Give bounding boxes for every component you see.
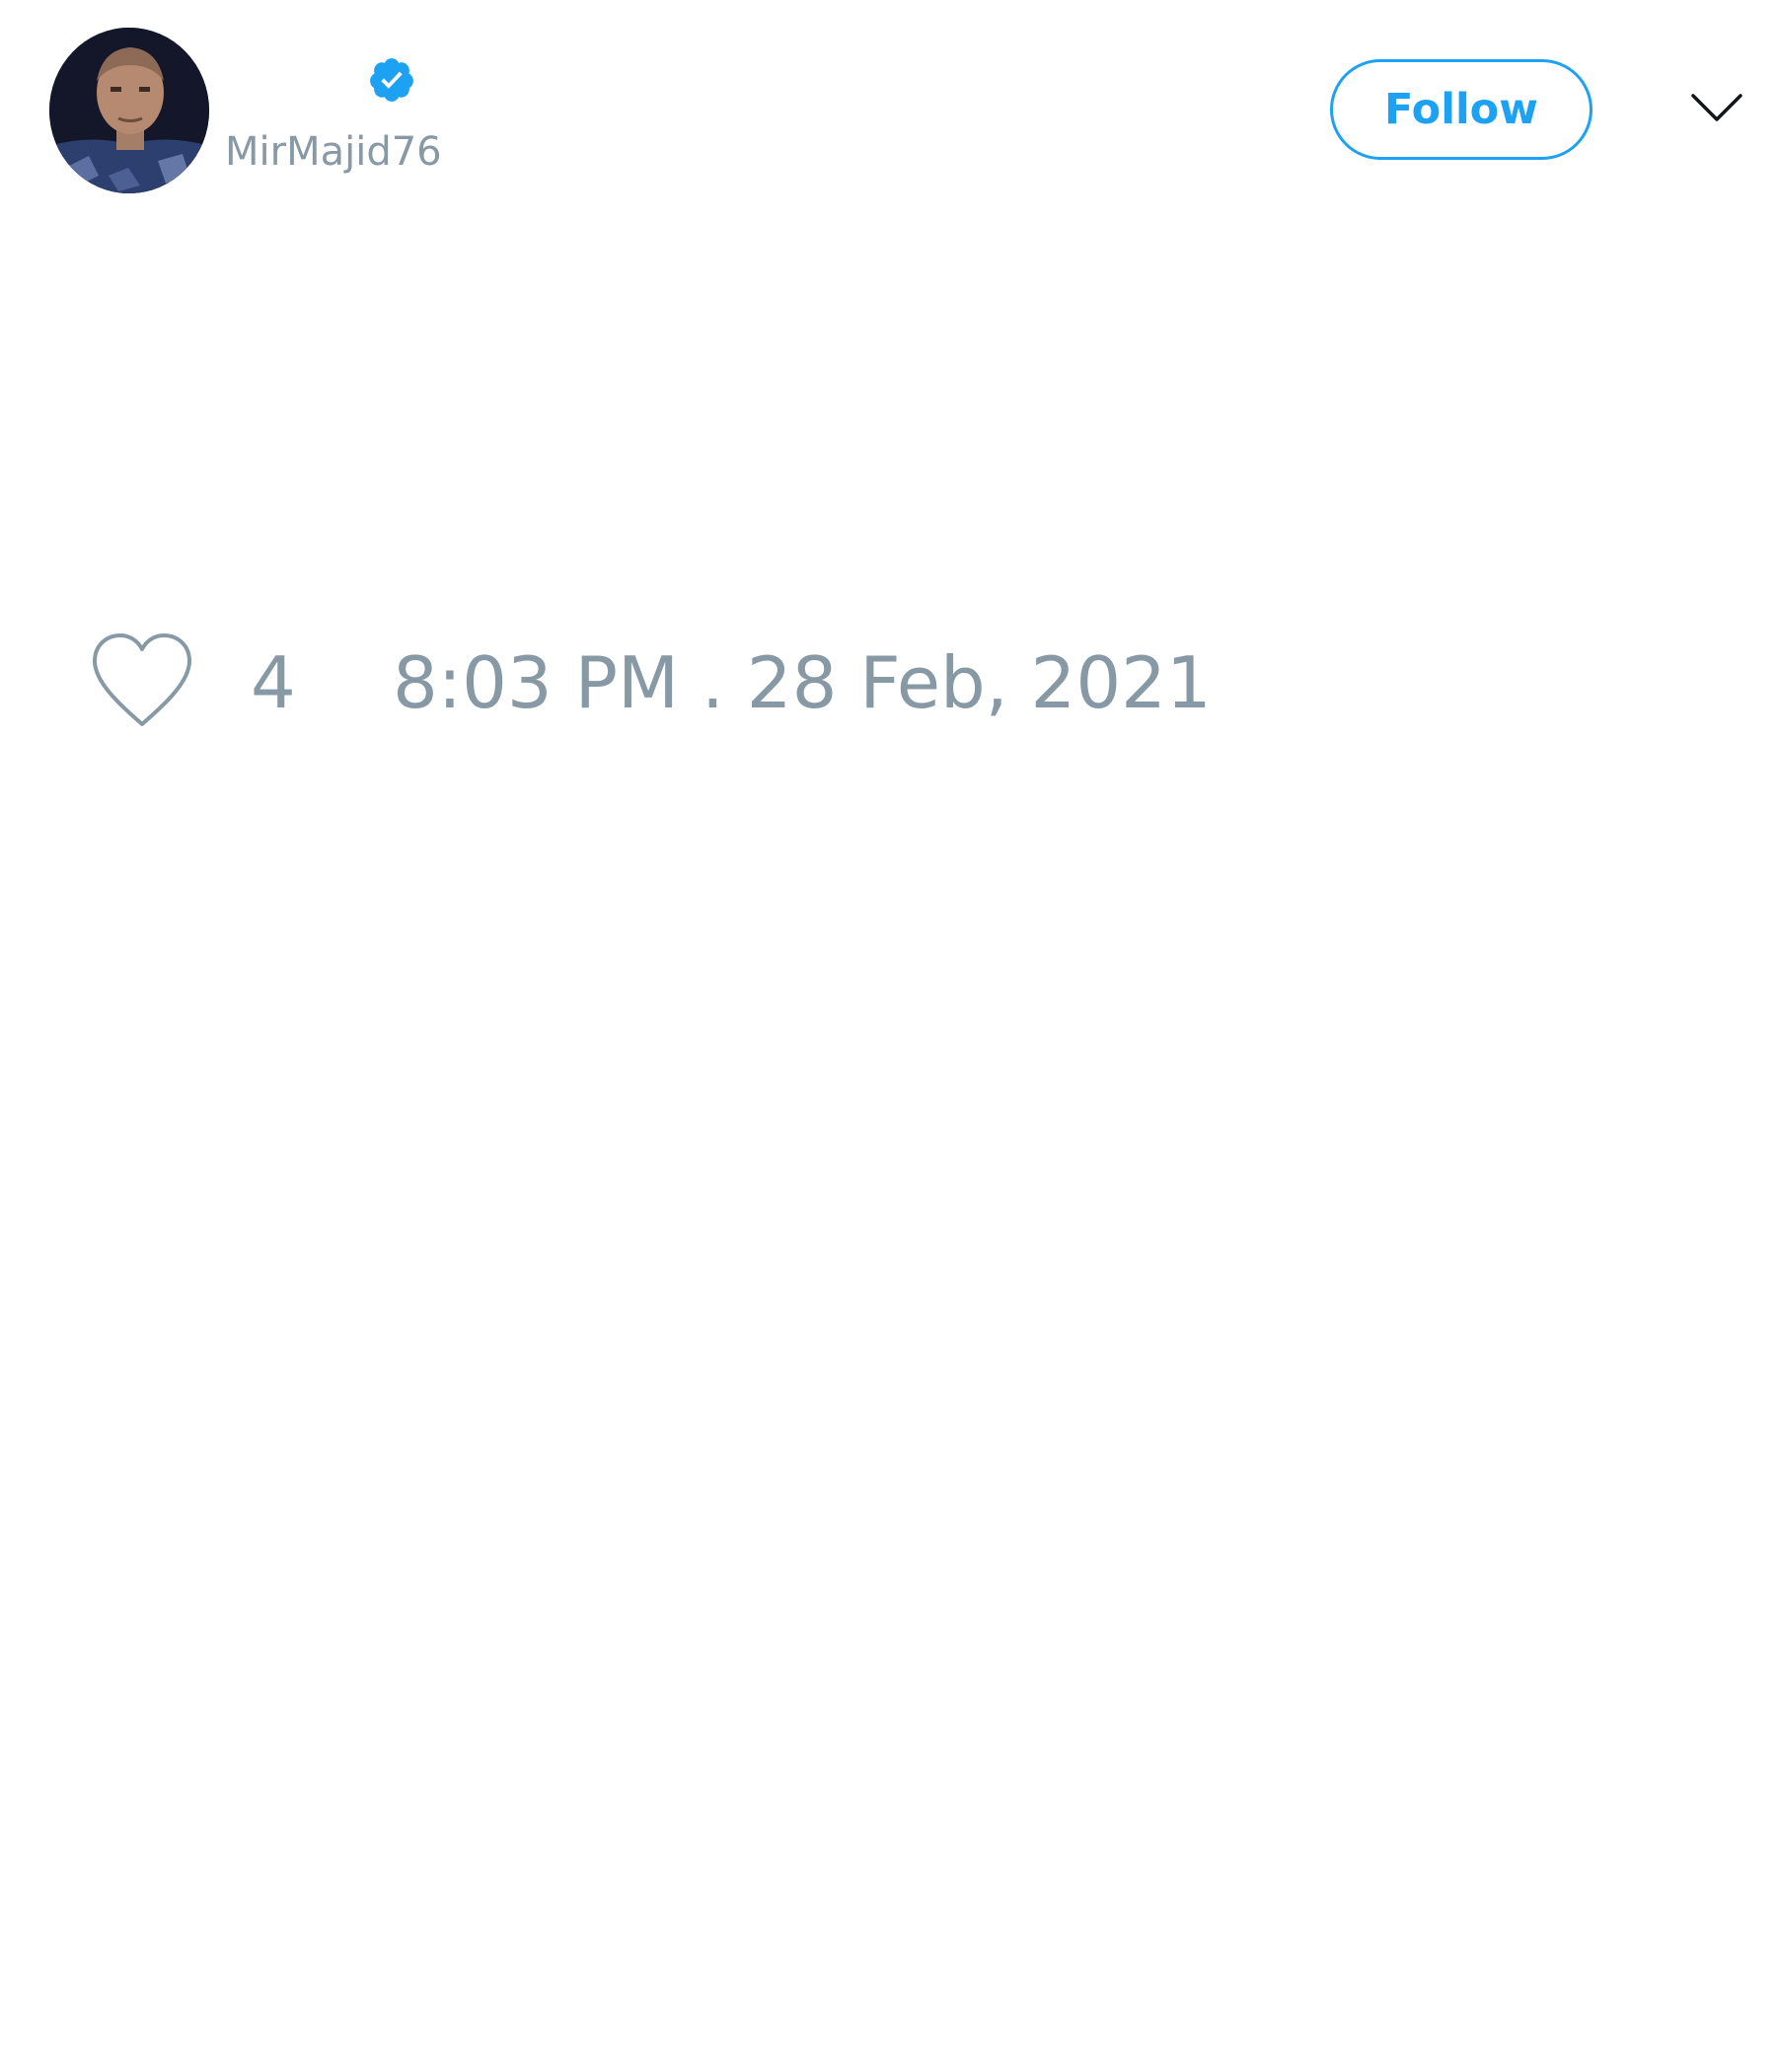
tweet-header: MirMajid76 Follow bbox=[0, 0, 1776, 207]
author-handle[interactable]: MirMajid76 bbox=[225, 124, 442, 180]
follow-button[interactable]: Follow bbox=[1330, 59, 1592, 160]
avatar-photo bbox=[49, 28, 209, 193]
chevron-down-icon[interactable] bbox=[1689, 91, 1744, 124]
like-count: 4 bbox=[251, 641, 296, 724]
verified-badge-icon bbox=[367, 55, 416, 105]
heart-outline-icon[interactable] bbox=[89, 631, 195, 730]
tweet-timestamp[interactable]: 8:03 PM . 28 Feb, 2021 bbox=[393, 641, 1212, 724]
author-avatar[interactable] bbox=[49, 28, 209, 193]
